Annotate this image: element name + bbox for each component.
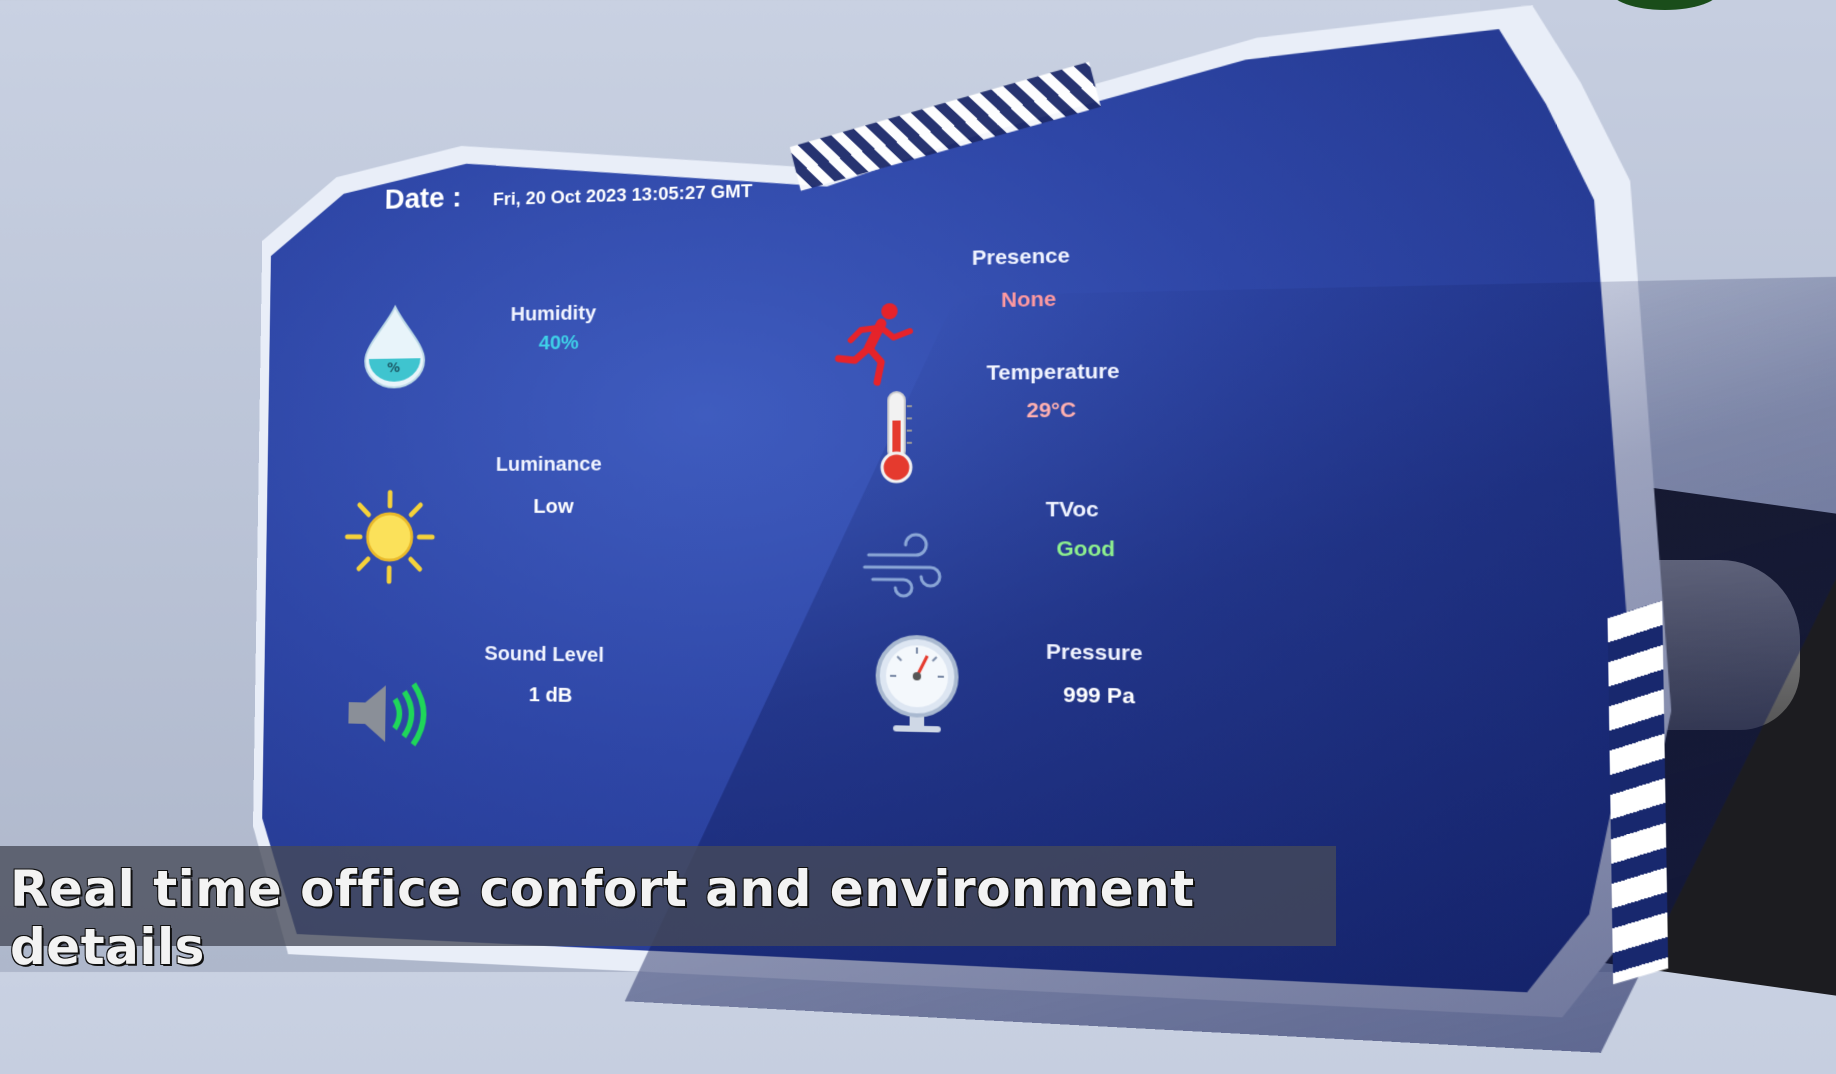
pressure-value: 999 Pa: [1063, 683, 1135, 710]
wind-icon: [862, 528, 945, 600]
luminance-label: Luminance: [496, 453, 602, 477]
side-stripes-decoration: [1608, 601, 1669, 985]
tvoc-label: TVoc: [1046, 498, 1099, 523]
date-label: Date :: [384, 181, 461, 216]
pressure-label: Pressure: [1046, 640, 1143, 667]
speaker-icon: [341, 679, 435, 749]
temperature-value: 29°C: [1026, 398, 1076, 423]
video-caption-bar: Real time office confort and environment…: [0, 846, 1336, 946]
caption-text: Real time office confort and environment…: [10, 860, 1336, 976]
pressure-gauge-icon: [870, 632, 963, 737]
sun-icon: [343, 489, 437, 586]
temperature-label: Temperature: [987, 359, 1120, 386]
water-drop-icon: %: [358, 302, 433, 390]
sound-level-label: Sound Level: [484, 642, 604, 668]
luminance-value: Low: [533, 495, 573, 519]
tvoc-value: Good: [1056, 537, 1115, 562]
thermometer-icon: [871, 386, 922, 488]
running-person-icon: [830, 298, 922, 390]
svg-text:%: %: [387, 360, 401, 376]
sound-level-value: 1 dB: [529, 683, 573, 708]
humidity-label: Humidity: [510, 302, 596, 327]
humidity-value: 40%: [539, 331, 579, 355]
presence-value: None: [1001, 287, 1056, 313]
presence-label: Presence: [972, 244, 1070, 271]
